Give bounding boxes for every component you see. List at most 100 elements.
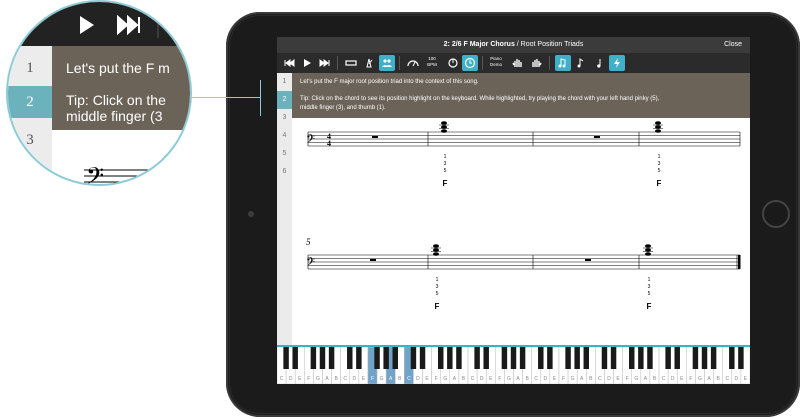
black-key[interactable] — [583, 347, 589, 369]
black-key[interactable] — [283, 347, 289, 369]
instruction-tip-line-1: Tip: Click on the chord to see its posit… — [300, 96, 660, 102]
ensemble-button[interactable] — [379, 55, 395, 71]
black-key[interactable] — [738, 347, 744, 369]
timer-button[interactable] — [445, 55, 461, 71]
line-number[interactable]: 5 — [277, 145, 292, 163]
instruction-line-1: Let's put the F major root position tria… — [300, 79, 479, 85]
fingering-number: 1 — [648, 277, 651, 283]
fingering-number: 3 — [658, 161, 661, 167]
key-label: C — [407, 376, 411, 382]
black-key[interactable] — [510, 347, 517, 369]
black-key[interactable] — [647, 347, 653, 369]
quarter-note-icon — [597, 59, 601, 68]
key-label: G — [571, 376, 575, 382]
black-key[interactable] — [547, 347, 553, 369]
chord-notehead[interactable] — [653, 121, 663, 133]
black-key[interactable] — [483, 347, 489, 369]
black-key[interactable] — [674, 347, 680, 369]
black-key[interactable] — [328, 347, 335, 369]
key-label: C — [280, 376, 284, 382]
black-key[interactable] — [501, 347, 508, 369]
black-key[interactable] — [638, 347, 644, 369]
magnified-line-gutter: 1 2 3 — [8, 46, 52, 184]
black-key[interactable] — [356, 347, 362, 369]
black-key[interactable] — [438, 347, 444, 369]
bass-clef-icon: 𝄢 — [306, 133, 315, 149]
clock-button[interactable] — [462, 55, 478, 71]
eighth-notes-button[interactable] — [555, 55, 571, 71]
black-key[interactable] — [374, 347, 380, 369]
black-key[interactable] — [574, 347, 580, 369]
key-label: C — [725, 376, 729, 382]
key-label: F — [626, 376, 629, 382]
black-key[interactable] — [419, 347, 426, 369]
line-number[interactable]: 4 — [277, 127, 292, 145]
black-key[interactable] — [392, 347, 398, 369]
black-key[interactable] — [610, 347, 617, 369]
black-key[interactable] — [447, 347, 453, 369]
chord-notehead[interactable] — [439, 121, 449, 133]
black-key[interactable] — [310, 347, 317, 369]
black-key[interactable] — [319, 347, 326, 369]
black-key[interactable] — [474, 347, 480, 369]
key-label: G — [634, 376, 638, 382]
whole-rest — [372, 136, 378, 138]
black-key[interactable] — [601, 347, 608, 369]
black-key[interactable] — [383, 347, 389, 369]
chord-notehead[interactable] — [431, 244, 441, 256]
key-label: D — [480, 376, 484, 382]
line-number[interactable]: 3 — [277, 109, 292, 127]
sixteenth-notes-button[interactable] — [573, 55, 589, 71]
black-key[interactable] — [538, 347, 544, 369]
toolbar: 100 BPM Piano Demo — [277, 53, 750, 73]
close-button[interactable]: Close — [724, 37, 742, 53]
black-key[interactable] — [629, 347, 635, 369]
magnifier-connector-line — [190, 97, 260, 98]
tempo-readout[interactable]: 100 BPM — [423, 56, 441, 68]
left-hand-button[interactable] — [509, 55, 525, 71]
eighth-notes-icon — [558, 58, 566, 68]
black-key[interactable] — [701, 347, 708, 369]
black-key[interactable] — [710, 347, 717, 369]
play-icon — [304, 59, 311, 67]
gauge-icon — [407, 60, 419, 67]
fast-forward-icon — [319, 59, 330, 67]
whole-rest — [594, 136, 600, 138]
speed-button[interactable] — [405, 55, 421, 71]
key-label: D — [544, 376, 548, 382]
fingering-number: 5 — [444, 168, 447, 174]
right-hand-button[interactable] — [529, 55, 545, 71]
black-key[interactable] — [347, 347, 353, 369]
black-key[interactable] — [692, 347, 699, 369]
fast-forward-icon[interactable] — [117, 14, 140, 36]
line-number-gutter: 1 2 3 4 5 6 — [277, 73, 292, 384]
lightning-button[interactable] — [609, 55, 625, 71]
rewind-button[interactable] — [281, 55, 297, 71]
black-key[interactable] — [456, 347, 462, 369]
black-key[interactable] — [665, 347, 671, 369]
piano-demo-button[interactable]: Piano Demo — [487, 56, 505, 68]
rewind-icon[interactable] — [28, 18, 40, 32]
key-label: C — [343, 376, 347, 382]
metronome-icon — [366, 58, 373, 68]
line-number[interactable]: 6 — [277, 163, 292, 181]
home-button[interactable] — [762, 200, 790, 228]
black-key[interactable] — [565, 347, 571, 369]
key-label: F — [371, 376, 374, 382]
line-number[interactable]: 1 — [277, 73, 292, 91]
black-key[interactable] — [519, 347, 526, 369]
black-key[interactable] — [729, 347, 735, 369]
metronome-button[interactable] — [361, 55, 377, 71]
black-key[interactable] — [410, 347, 417, 369]
quarter-note-button[interactable] — [591, 55, 607, 71]
play-icon[interactable] — [80, 16, 94, 34]
whole-rest — [370, 259, 376, 261]
chord-notehead[interactable] — [643, 244, 653, 256]
black-key[interactable] — [292, 347, 298, 369]
fast-forward-button[interactable] — [317, 55, 333, 71]
loop-button[interactable] — [343, 55, 359, 71]
timer-icon — [448, 58, 458, 68]
line-number-selected[interactable]: 2 — [277, 91, 292, 109]
key-label: G — [380, 376, 384, 382]
play-button[interactable] — [299, 55, 315, 71]
